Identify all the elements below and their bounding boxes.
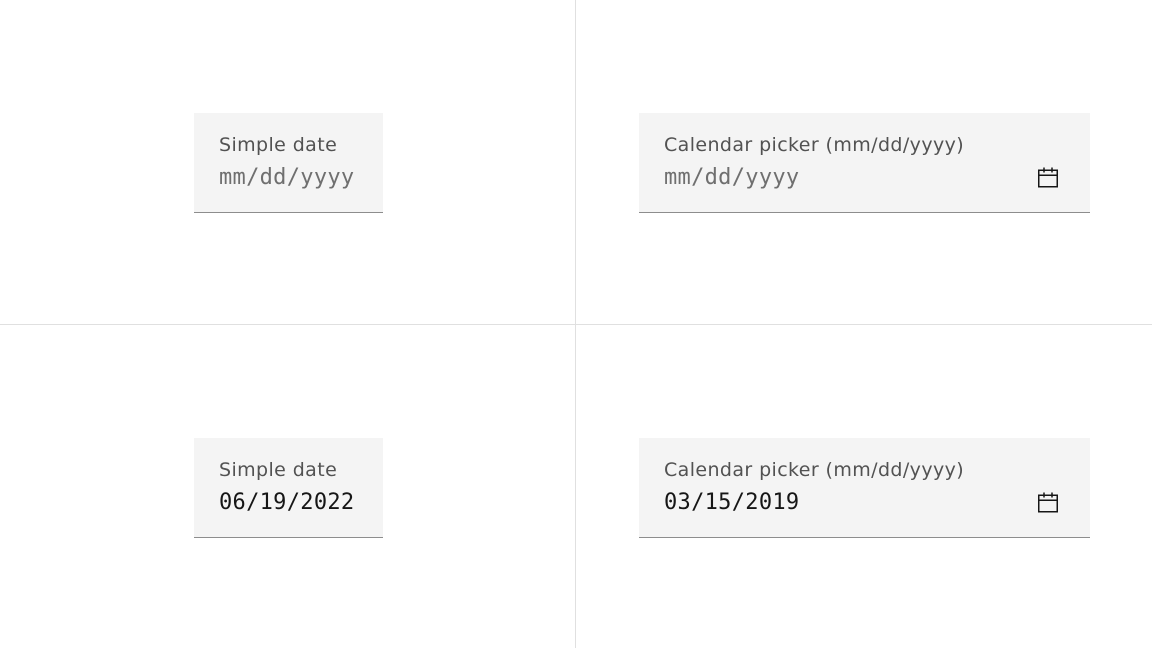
horizontal-divider bbox=[0, 324, 1152, 325]
date-input-placeholder[interactable]: mm/dd/yyyy bbox=[664, 165, 799, 190]
calendar-icon[interactable] bbox=[1036, 166, 1060, 190]
field-label: Simple date bbox=[219, 134, 338, 156]
date-input-placeholder[interactable]: mm/dd/yyyy bbox=[219, 165, 354, 190]
simple-date-field-filled[interactable]: Simple date 06/19/2022 bbox=[194, 438, 383, 538]
date-picker-examples: Simple date mm/dd/yyyy Calendar picker (… bbox=[0, 0, 1152, 648]
calendar-picker-field-filled[interactable]: Calendar picker (mm/dd/yyyy) 03/15/2019 bbox=[639, 438, 1090, 538]
date-input-value[interactable]: 03/15/2019 bbox=[664, 490, 799, 515]
field-label: Calendar picker (mm/dd/yyyy) bbox=[664, 459, 965, 481]
calendar-icon[interactable] bbox=[1036, 491, 1060, 515]
date-input-value[interactable]: 06/19/2022 bbox=[219, 490, 354, 515]
field-label: Calendar picker (mm/dd/yyyy) bbox=[664, 134, 965, 156]
simple-date-field-empty[interactable]: Simple date mm/dd/yyyy bbox=[194, 113, 383, 213]
calendar-picker-field-empty[interactable]: Calendar picker (mm/dd/yyyy) mm/dd/yyyy bbox=[639, 113, 1090, 213]
field-label: Simple date bbox=[219, 459, 338, 481]
